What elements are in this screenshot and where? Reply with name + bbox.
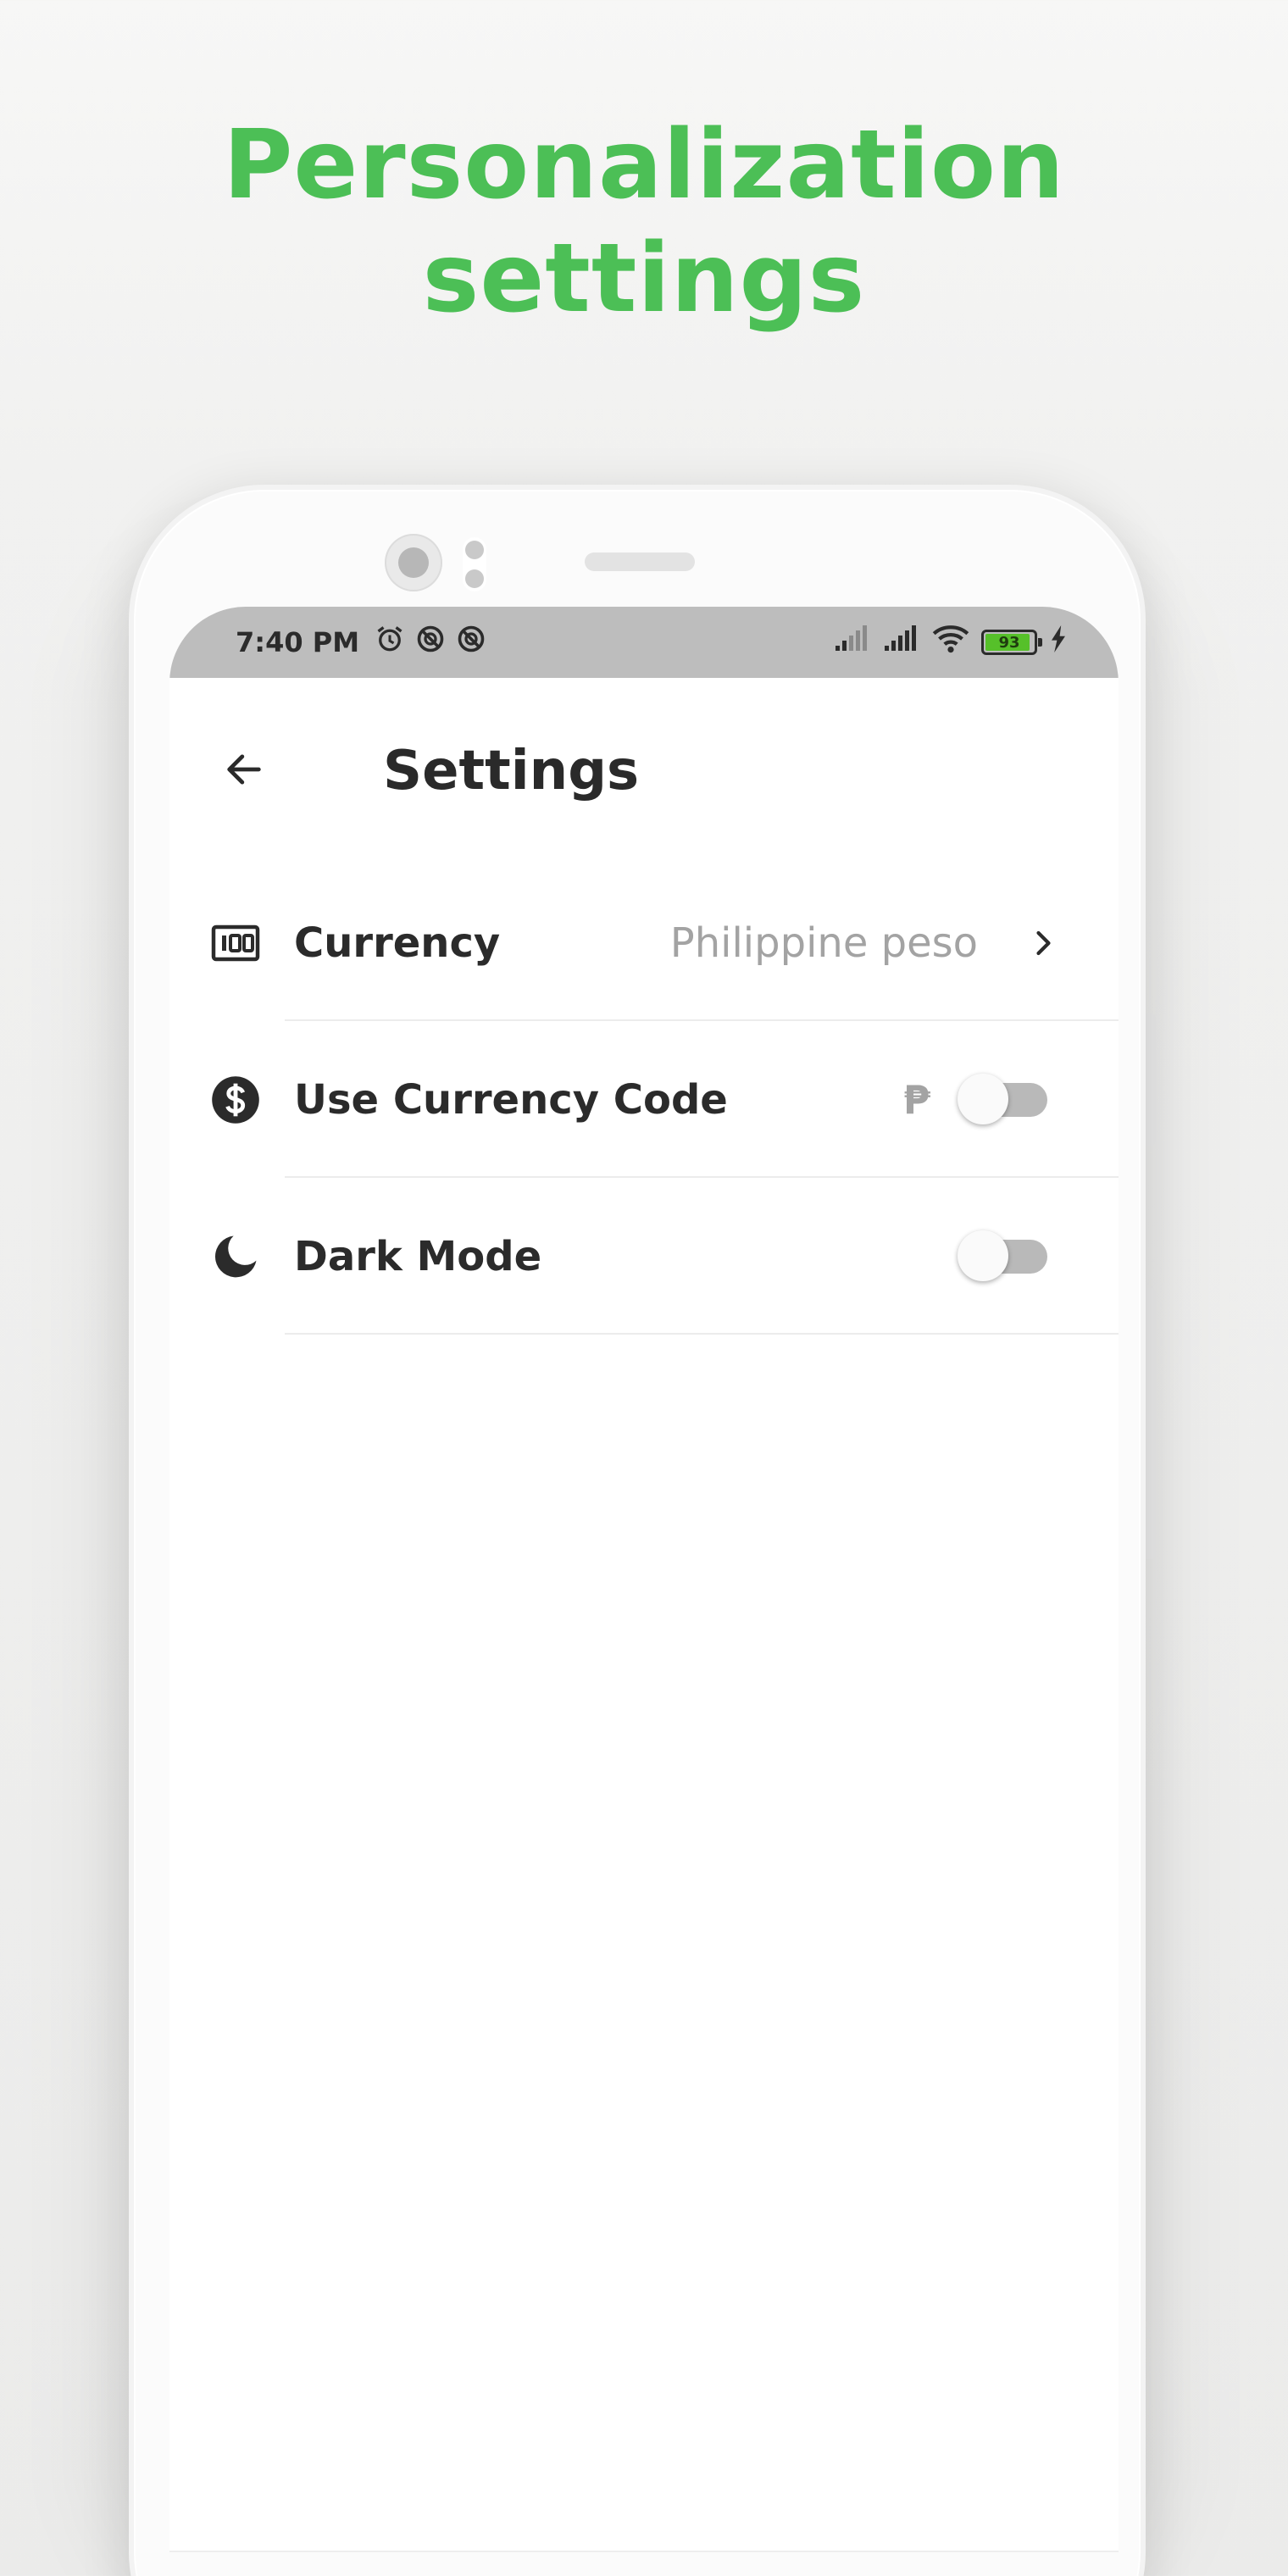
setting-row-currency[interactable]: Currency Philippine peso [169,864,1119,1021]
status-notification-icons [375,624,486,661]
currency-code-symbol: ₱ [902,1076,930,1123]
battery-icon: 93 [981,630,1042,655]
page-title: Settings [383,740,640,802]
settings-list: Currency Philippine peso Use Currency Co… [169,864,1119,1335]
promo-headline-line2: settings [422,224,866,334]
toggle-thumb [958,1073,1008,1124]
dollar-circle-icon [210,1074,261,1125]
phone-side-button [1146,1288,1156,1559]
arrow-back-icon [222,747,266,795]
status-system-icons: 93 [834,624,1068,661]
sensor-dot [465,541,484,559]
alarm-icon [375,624,405,661]
app-bar: Settings [169,678,1119,864]
sensor-dot [465,569,484,588]
setting-label-currency: Currency [294,919,501,967]
setting-label-dark-mode: Dark Mode [294,1232,542,1280]
toggle-thumb [958,1230,1008,1281]
sync-disabled-icon [456,624,486,661]
setting-label-currency-code: Use Currency Code [294,1075,728,1124]
screen-bottom-edge [169,2551,1119,2552]
setting-value-currency: Philippine peso [669,919,978,967]
setting-row-dark-mode: Dark Mode [169,1178,1119,1335]
camera-lens [398,547,429,578]
setting-row-currency-code: Use Currency Code ₱ [169,1021,1119,1178]
signal-icon [883,625,920,659]
battery-level: 93 [998,633,1020,652]
signal-icon [834,625,871,659]
chevron-right-icon [1025,926,1059,960]
wifi-icon [932,624,969,661]
earpiece-speaker [585,552,695,571]
phone-side-button [1146,1013,1156,1146]
promo-headline-line1: Personalization [223,110,1065,220]
back-button[interactable] [210,737,278,805]
currency-code-toggle[interactable] [958,1073,1047,1124]
moon-icon [210,1231,261,1282]
dark-mode-toggle[interactable] [958,1230,1047,1281]
status-time: 7:40 PM [236,626,360,658]
phone-screen: 7:40 PM 93 Settings Currency Philippine … [169,607,1119,2551]
status-bar: 7:40 PM 93 [169,607,1119,678]
row-divider [285,1333,1119,1335]
promo-headline: Personalization settings [0,108,1288,336]
sync-disabled-icon [415,624,446,661]
banknote-icon [210,918,261,969]
charging-icon [1049,625,1068,659]
